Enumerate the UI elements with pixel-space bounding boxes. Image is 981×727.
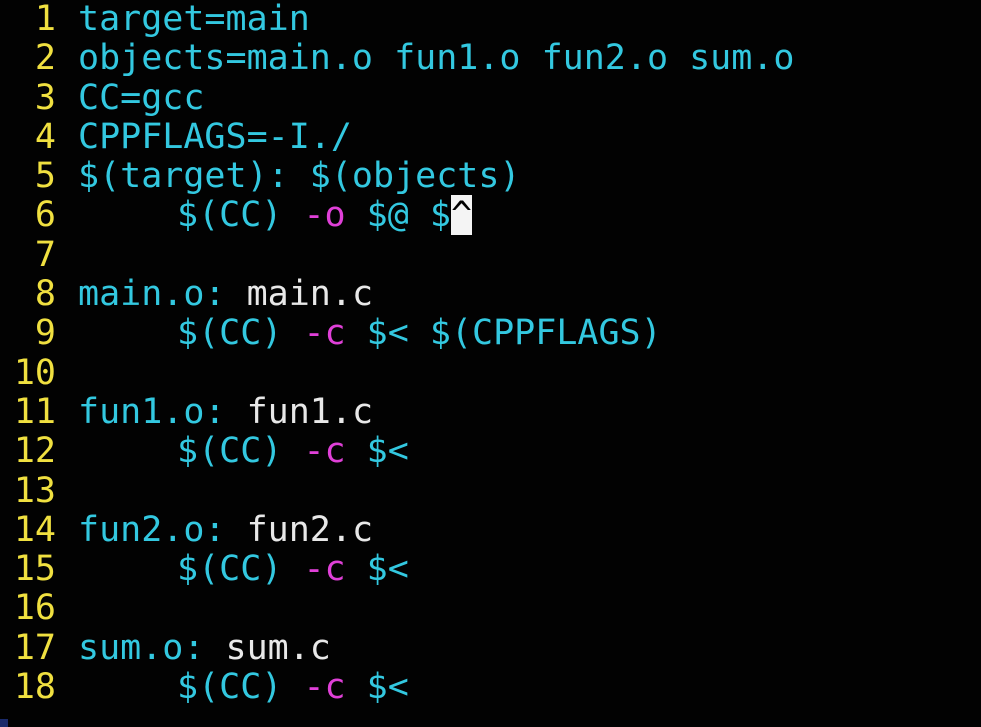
line-number: 9 (34, 313, 56, 354)
line-number: 3 (34, 77, 56, 118)
automatic-variables: $< $(CPPFLAGS) (366, 313, 662, 354)
code-text: CPPFLAGS=-I./ (78, 116, 352, 157)
compiler-flag: -c (303, 313, 346, 354)
rule-prerequisite: main.c (246, 274, 374, 315)
line-number: 14 (13, 509, 56, 550)
automatic-variables: $< (366, 549, 409, 590)
line-number: 11 (13, 391, 56, 432)
code-line-2: 2 objects=main.o fun1.o fun2.o sum.o (0, 38, 981, 79)
line-number: 2 (34, 38, 56, 79)
rule-target: main.o: (78, 274, 226, 315)
vim-editor[interactable]: 1 target=main 2 objects=main.o fun1.o fun2… (0, 0, 981, 727)
rule-target: sum.o: (78, 627, 205, 668)
code-line-1: 1 target=main (0, 0, 981, 39)
code-line-11: 11 fun1.o: fun1.c (0, 391, 981, 432)
line-number: 13 (13, 470, 56, 511)
code-line-18: 18 $(CC) -c $< (0, 667, 981, 708)
line-number: 7 (34, 234, 56, 275)
compiler-flag: -c (303, 431, 346, 472)
code-line-16: 16 (0, 588, 981, 629)
line-number: 16 (13, 588, 56, 629)
code-line-3: 3 CC=gcc (0, 77, 981, 118)
line-number: 15 (13, 549, 56, 590)
code-line-15: 15 $(CC) -c $< (0, 549, 981, 590)
line-number: 8 (34, 274, 56, 315)
code-line-13: 13 (0, 470, 981, 511)
code-text: $(target): $(objects) (78, 156, 521, 197)
line-number: 10 (13, 352, 56, 393)
variable-ref: $(CC) (177, 431, 283, 472)
code-text: target=main (78, 0, 310, 39)
rule-prerequisite: fun2.c (246, 509, 374, 550)
line-number: 4 (34, 116, 56, 157)
code-line-6: 6 $(CC) -o $@ $^ (0, 195, 981, 236)
line-number: 1 (34, 0, 56, 39)
automatic-variables: $@ $ (366, 195, 451, 236)
code-text: objects=main.o fun1.o fun2.o sum.o (78, 38, 795, 79)
code-line-12: 12 $(CC) -c $< (0, 431, 981, 472)
line-number: 17 (13, 627, 56, 668)
code-line-4: 4 CPPFLAGS=-I./ (0, 116, 981, 157)
line-number: 12 (13, 431, 56, 472)
variable-ref: $(CC) (177, 195, 283, 236)
compiler-flag: -o (303, 195, 346, 236)
line-number: 5 (34, 156, 56, 197)
compiler-flag: -c (303, 549, 346, 590)
code-text: CC=gcc (78, 77, 205, 118)
variable-ref: $(CC) (177, 667, 283, 708)
code-line-9: 9 $(CC) -c $< $(CPPFLAGS) (0, 313, 981, 354)
code-line-5: 5 $(target): $(objects) (0, 156, 981, 197)
line-number: 6 (34, 195, 56, 236)
rule-prerequisite: fun1.c (246, 391, 374, 432)
text-cursor: ^ (450, 195, 473, 236)
variable-ref: $(CC) (177, 313, 283, 354)
compiler-flag: -c (303, 667, 346, 708)
automatic-variables: $< (366, 431, 409, 472)
code-line-17: 17 sum.o: sum.c (0, 627, 981, 668)
code-line-7: 7 (0, 234, 981, 275)
code-line-8: 8 main.o: main.c (0, 274, 981, 315)
code-line-14: 14 fun2.o: fun2.c (0, 509, 981, 550)
code-line-10: 10 (0, 352, 981, 393)
variable-ref: $(CC) (177, 549, 283, 590)
rule-target: fun2.o: (78, 509, 226, 550)
window-corner-edge (0, 719, 8, 727)
rule-target: fun1.o: (78, 391, 226, 432)
line-number: 18 (13, 667, 56, 708)
automatic-variables: $< (366, 667, 409, 708)
rule-prerequisite: sum.c (225, 627, 331, 668)
